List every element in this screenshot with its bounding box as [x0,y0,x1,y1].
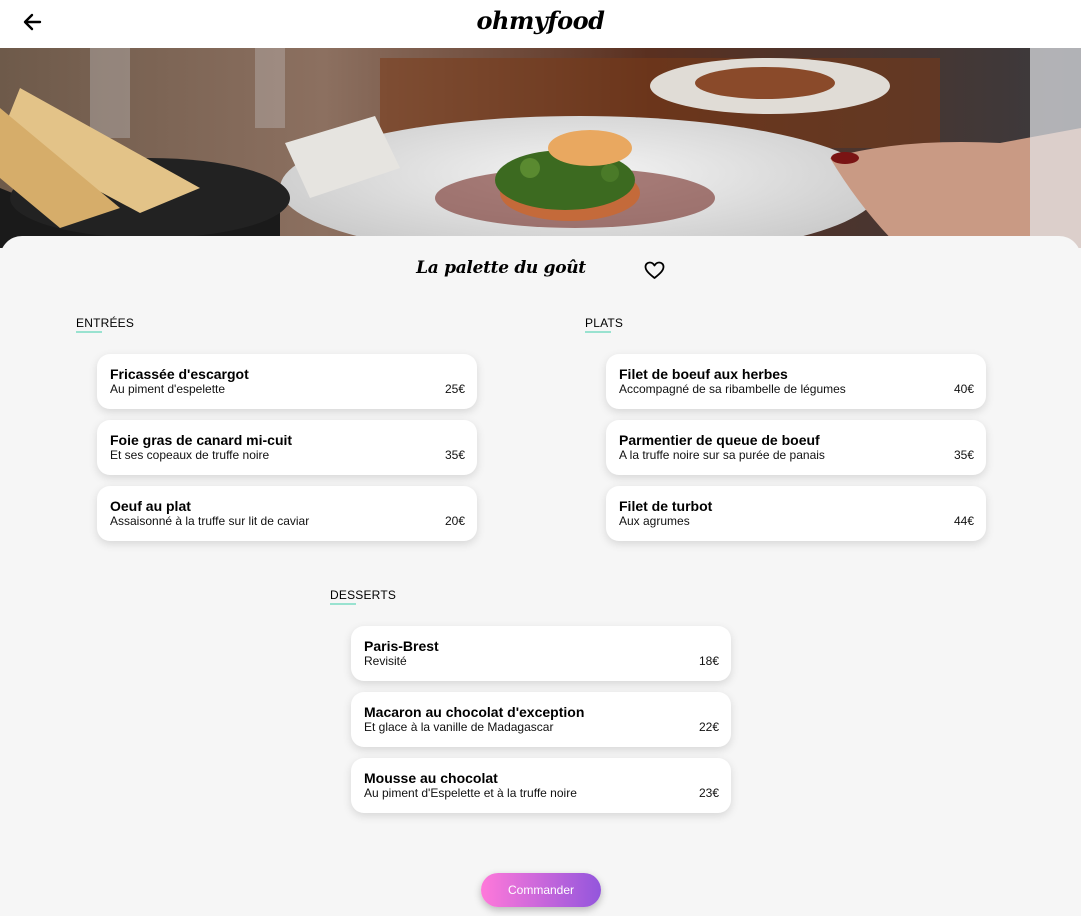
dish-price: 35€ [444,448,465,462]
dish-name: Oeuf au plat [110,498,191,514]
dish-card[interactable]: Filet de turbot Aux agrumes 44€ [606,486,986,541]
dish-description: Au piment d'Espelette et à la truffe noi… [364,786,577,800]
dish-name: Macaron au chocolat d'exception [364,704,585,720]
dish-description: Et ses copeaux de truffe noire [110,448,270,462]
dish-card[interactable]: Paris-Brest Revisité 18€ [351,626,731,681]
dish-price: 35€ [953,448,974,462]
dish-description: Aux agrumes [619,514,690,528]
dish-price: 40€ [953,382,974,396]
dish-price: 23€ [698,786,719,800]
dish-card[interactable]: Mousse au chocolat Au piment d'Espelette… [351,758,731,813]
dish-name: Mousse au chocolat [364,770,498,786]
dish-price: 44€ [953,514,974,528]
app-logo[interactable]: ohmyfood [0,6,1081,35]
dish-card[interactable]: Foie gras de canard mi-cuit Et ses copea… [97,420,477,475]
dish-description: Accompagné de sa ribambelle de légumes [619,382,846,396]
section-title-entrees: Entrées [76,316,135,333]
dish-card[interactable]: Oeuf au plat Assaisonné à la truffe sur … [97,486,477,541]
dish-price: 25€ [444,382,465,396]
dish-name: Filet de turbot [619,498,713,514]
dish-card[interactable]: Fricassée d'escargot Au piment d'espelet… [97,354,477,409]
dish-name: Foie gras de canard mi-cuit [110,432,293,448]
dish-description: Et glace à la vanille de Madagascar [364,720,554,734]
menu-panel: La palette du goût Entrées Fricassée d'e… [0,236,1081,916]
dish-price: 22€ [698,720,719,734]
dish-card[interactable]: Filet de boeuf aux herbes Accompagné de … [606,354,986,409]
restaurant-hero-image [0,48,1081,248]
dish-card[interactable]: Parmentier de queue de boeuf A la truffe… [606,420,986,475]
dish-name: Filet de boeuf aux herbes [619,366,788,382]
dish-description: Au piment d'espelette [110,382,226,396]
dish-description: Assaisonné à la truffe sur lit de caviar [110,514,310,528]
heart-outline-icon [644,261,665,279]
app-header: ohmyfood [0,0,1081,48]
dish-description: Revisité [364,654,407,668]
dish-name: Fricassée d'escargot [110,366,249,382]
dish-description: A la truffe noire sur sa purée de panais [619,448,825,462]
dish-name: Parmentier de queue de boeuf [619,432,820,448]
restaurant-name: La palette du goût [416,258,586,278]
dish-name: Paris-Brest [364,638,439,654]
order-button[interactable]: Commander [481,873,601,907]
dish-price: 18€ [698,654,719,668]
favorite-button[interactable] [644,261,665,280]
section-title-plats: Plats [585,316,624,333]
dish-card[interactable]: Macaron au chocolat d'exception Et glace… [351,692,731,747]
section-title-desserts: Desserts [330,588,397,605]
dish-price: 20€ [444,514,465,528]
